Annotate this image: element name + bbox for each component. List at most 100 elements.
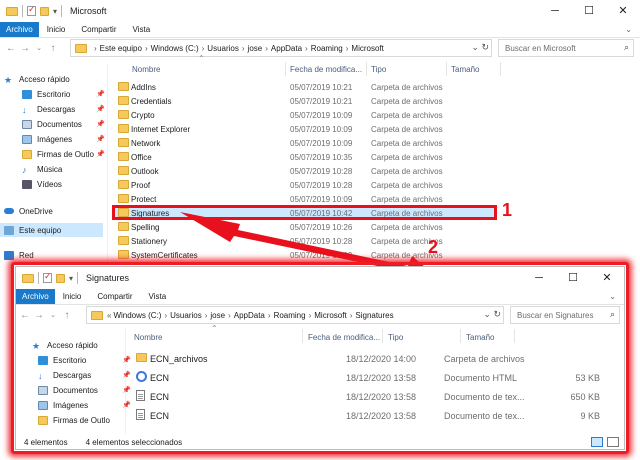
- cell-type: Documento HTML: [444, 373, 518, 383]
- tab-compartir[interactable]: Compartir: [89, 289, 140, 304]
- cell-date: 05/07/2019 10:28: [290, 180, 353, 190]
- nav-item-pictures[interactable]: Imágenes 📌: [38, 398, 131, 412]
- close-icon[interactable]: ✕: [590, 267, 624, 289]
- column-header-date[interactable]: Fecha de modifica...: [308, 333, 380, 342]
- forward-arrow-icon[interactable]: →: [32, 310, 46, 321]
- nav-item-quick-access[interactable]: ★ Acceso rápido: [4, 72, 70, 86]
- table-row[interactable]: ECN 18/12/2020 13:58 Documento HTML 53 KB: [128, 370, 608, 386]
- customize-toolbar-icon[interactable]: ▾: [53, 7, 57, 16]
- column-header-date[interactable]: Fecha de modifica...: [290, 65, 362, 74]
- nav-item-desktop[interactable]: Escritorio 📌: [38, 353, 131, 367]
- back-arrow-icon[interactable]: ←: [4, 43, 18, 54]
- refresh-icon[interactable]: ⌄ ↻: [483, 309, 501, 320]
- new-folder-icon[interactable]: [40, 6, 49, 16]
- breadcrumb-item[interactable]: Usuarios: [207, 44, 239, 53]
- back-address-bar[interactable]: › Este equipo › Windows (C:) › Usuarios › j…: [70, 39, 492, 57]
- breadcrumb-item[interactable]: AppData: [271, 44, 302, 53]
- nav-item-videos[interactable]: Vídeos: [22, 177, 62, 191]
- table-row[interactable]: Network 05/07/2019 10:09 Carpeta de archiv…: [113, 136, 496, 150]
- breadcrumb-item[interactable]: Roaming: [274, 311, 306, 320]
- breadcrumb-item[interactable]: Signatures: [355, 311, 393, 320]
- nav-item-onedrive[interactable]: OneDrive: [4, 204, 53, 218]
- nav-item-music[interactable]: ♪ Música: [22, 162, 62, 176]
- table-row[interactable]: Crypto 05/07/2019 10:09 Carpeta de archivo…: [113, 108, 496, 122]
- table-row[interactable]: Protect 05/07/2019 10:09 Carpeta de archiv…: [113, 192, 496, 206]
- recent-chevron-icon[interactable]: ⌄: [46, 311, 60, 319]
- tab-inicio[interactable]: Inicio: [55, 289, 90, 304]
- recent-chevron-icon[interactable]: ⌄: [32, 44, 46, 52]
- chevron-down-icon[interactable]: ⌄: [625, 25, 632, 34]
- breadcrumb-item[interactable]: Microsoft: [351, 44, 383, 53]
- breadcrumb-item[interactable]: Este equipo: [100, 44, 142, 53]
- breadcrumb-separator: ›: [204, 310, 208, 320]
- minimize-icon[interactable]: ─: [522, 267, 556, 289]
- cloud-icon: [4, 208, 14, 214]
- table-row[interactable]: ECN_archivos 18/12/2020 14:00 Carpeta de a…: [128, 351, 608, 367]
- properties-icon[interactable]: [27, 4, 36, 16]
- customize-toolbar-icon[interactable]: ▾: [69, 274, 73, 283]
- breadcrumb-item[interactable]: Windows (C:): [113, 311, 161, 320]
- nav-item-documents[interactable]: Documentos 📌: [22, 117, 105, 131]
- file-tab[interactable]: Archivo: [0, 22, 39, 37]
- tab-compartir[interactable]: Compartir: [73, 22, 124, 37]
- details-view-icon[interactable]: [591, 437, 603, 447]
- nav-item-quick-access[interactable]: ★ Acceso rápido: [32, 338, 98, 352]
- tab-inicio[interactable]: Inicio: [39, 22, 74, 37]
- forward-arrow-icon[interactable]: →: [18, 43, 32, 54]
- maximize-icon[interactable]: ☐: [572, 0, 606, 22]
- table-row[interactable]: Credentials 05/07/2019 10:21 Carpeta de ar…: [113, 94, 496, 108]
- nav-item-this-pc[interactable]: Este equipo: [0, 223, 103, 237]
- breadcrumb-item[interactable]: Windows (C:): [151, 44, 199, 53]
- table-row[interactable]: Internet Explorer 05/07/2019 10:09 Carpeta…: [113, 122, 496, 136]
- back-arrow-icon[interactable]: ←: [18, 310, 32, 321]
- new-folder-icon[interactable]: [56, 273, 65, 283]
- nav-item-outlook-signatures[interactable]: Firmas de Outlo 📌: [22, 147, 105, 161]
- front-navigation-pane: ★ Acceso rápido Escritorio 📌 ↓ Descargas 📌 D…: [16, 329, 131, 434]
- up-arrow-icon[interactable]: ↑: [46, 43, 60, 54]
- maximize-icon[interactable]: ☐: [556, 267, 590, 289]
- table-row[interactable]: ECN 18/12/2020 13:58 Documento de tex... 65…: [128, 389, 608, 405]
- table-row[interactable]: AddIns 05/07/2019 10:21 Carpeta de archivo…: [113, 80, 496, 94]
- breadcrumb-item[interactable]: Usuarios: [170, 311, 202, 320]
- large-icons-view-icon[interactable]: [607, 437, 619, 447]
- breadcrumb-overflow[interactable]: «: [107, 311, 111, 320]
- table-row[interactable]: Office 05/07/2019 10:35 Carpeta de archivo…: [113, 150, 496, 164]
- breadcrumb-item[interactable]: AppData: [234, 311, 265, 320]
- nav-item-downloads[interactable]: ↓ Descargas 📌: [38, 368, 131, 382]
- tab-vista[interactable]: Vista: [141, 289, 175, 304]
- nav-item-outlook-signatures[interactable]: Firmas de Outlo: [38, 413, 110, 427]
- nav-item-network[interactable]: Red: [4, 248, 34, 262]
- tab-vista[interactable]: Vista: [125, 22, 159, 37]
- breadcrumb-item[interactable]: jose: [210, 311, 225, 320]
- column-header-type[interactable]: Tipo: [371, 65, 386, 74]
- breadcrumb-item[interactable]: Microsoft: [314, 311, 346, 320]
- back-search-input[interactable]: Buscar en Microsoft ⌕: [498, 39, 634, 57]
- nav-item-downloads[interactable]: ↓ Descargas 📌: [22, 102, 105, 116]
- breadcrumb-item[interactable]: Roaming: [311, 44, 343, 53]
- column-header-name[interactable]: Nombre: [134, 333, 162, 342]
- nav-label: Acceso rápido: [47, 340, 98, 350]
- nav-item-documents[interactable]: Documentos 📌: [38, 383, 131, 397]
- column-header-type[interactable]: Tipo: [388, 333, 403, 342]
- up-arrow-icon[interactable]: ↑: [60, 310, 74, 321]
- table-row[interactable]: Proof 05/07/2019 10:28 Carpeta de archivos: [113, 178, 496, 192]
- folder-icon: [118, 236, 129, 245]
- table-row[interactable]: ECN 18/12/2020 13:58 Documento de tex... 9 …: [128, 408, 608, 424]
- front-search-input[interactable]: Buscar en Signatures ⌕: [510, 306, 620, 324]
- properties-icon[interactable]: [43, 271, 52, 283]
- close-icon[interactable]: ✕: [606, 0, 640, 22]
- cell-name: Internet Explorer: [131, 124, 191, 134]
- front-address-bar[interactable]: « Windows (C:) › Usuarios › jose › AppData ›…: [86, 306, 504, 324]
- file-tab[interactable]: Archivo: [16, 289, 55, 304]
- chevron-down-icon[interactable]: ⌄: [609, 292, 616, 301]
- minimize-icon[interactable]: ─: [538, 0, 572, 22]
- table-row[interactable]: Outlook 05/07/2019 10:28 Carpeta de archiv…: [113, 164, 496, 178]
- refresh-icon[interactable]: ⌄ ↻: [471, 42, 489, 53]
- column-header-size[interactable]: Tamaño: [466, 333, 494, 342]
- breadcrumb-item[interactable]: jose: [248, 44, 263, 53]
- breadcrumb-separator: ›: [164, 310, 168, 320]
- nav-item-pictures[interactable]: Imágenes 📌: [22, 132, 105, 146]
- column-header-size[interactable]: Tamaño: [451, 65, 479, 74]
- column-header-name[interactable]: Nombre: [132, 65, 160, 74]
- nav-item-desktop[interactable]: Escritorio 📌: [22, 87, 105, 101]
